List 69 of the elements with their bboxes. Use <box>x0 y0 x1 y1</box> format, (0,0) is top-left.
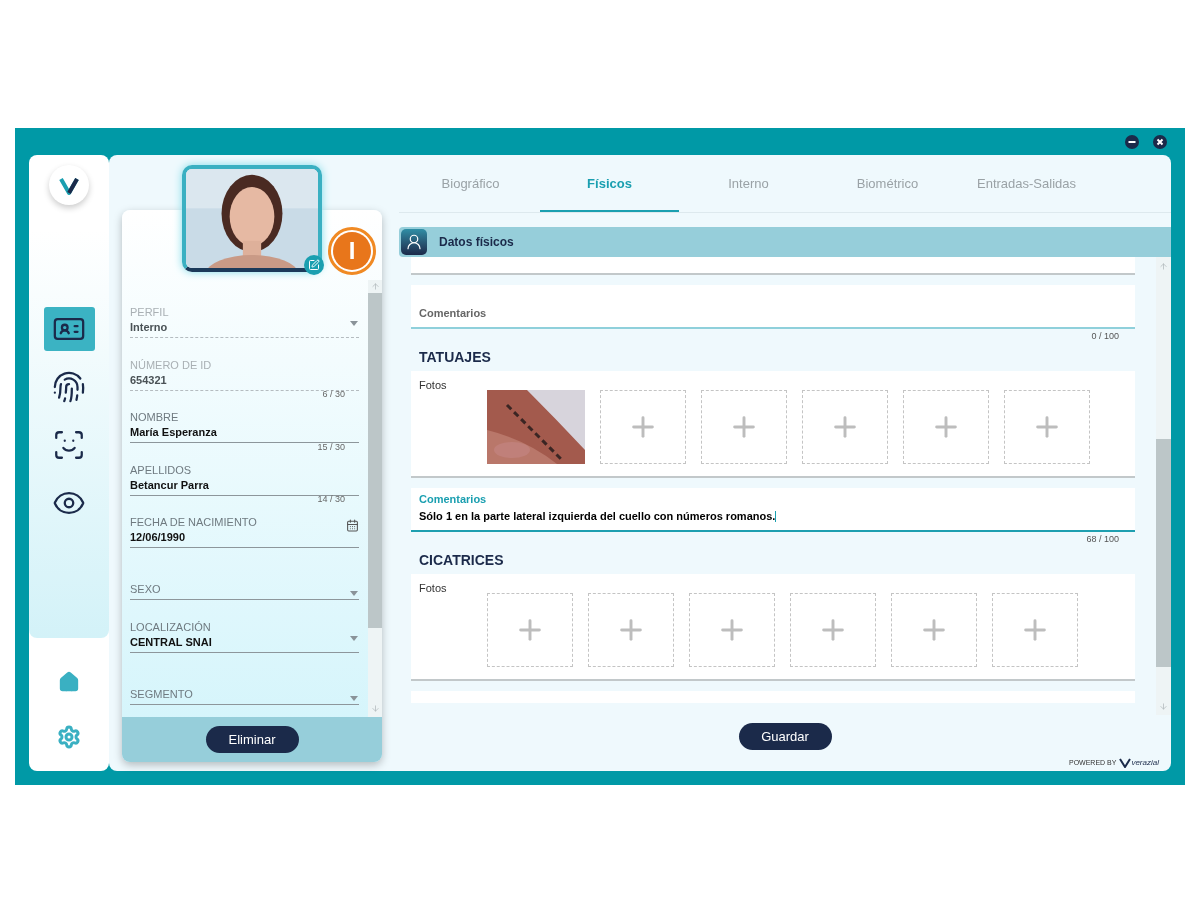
add-photo-button[interactable] <box>701 390 787 464</box>
close-icon[interactable] <box>1153 135 1167 149</box>
add-photo-button[interactable] <box>802 390 888 464</box>
add-photo-button[interactable] <box>1004 390 1090 464</box>
form-field[interactable]: APELLIDOS Betancur Parra <box>130 462 359 496</box>
form-field[interactable]: LOCALIZACIÓN CENTRAL SNAI <box>130 619 359 653</box>
field-value: 654321 <box>130 372 168 388</box>
scroll-up-icon <box>370 282 380 291</box>
section-heading: CICATRICES <box>419 551 504 570</box>
field-label: Comentarios <box>419 492 488 507</box>
brand-logo-icon <box>1119 758 1132 768</box>
field-value: Betancur Parra <box>130 477 210 493</box>
calendar-icon[interactable] <box>346 518 359 532</box>
form-field[interactable]: SEXO <box>130 582 359 601</box>
add-photo-button[interactable] <box>891 593 977 667</box>
section-heading: TATUAJES <box>419 348 491 367</box>
add-photo-button[interactable] <box>790 593 876 667</box>
field-label: SEGMENTO <box>130 687 194 702</box>
field-value: Sólo 1 en la parte lateral izquierda del cuello con números romanos. <box>419 508 778 524</box>
scrollbar[interactable] <box>368 280 382 717</box>
add-photo-button[interactable] <box>487 593 573 667</box>
sidebar-item[interactable] <box>43 307 95 351</box>
character-counter: 14 / 30 <box>317 493 345 506</box>
form-field[interactable]: NOMBRE María Esperanza <box>130 410 359 444</box>
fingerprint-icon <box>52 370 86 404</box>
scroll-up-icon <box>1159 262 1168 271</box>
settings-icon[interactable] <box>57 725 81 749</box>
user-icon <box>401 229 427 255</box>
scrollbar[interactable] <box>1156 257 1171 715</box>
minimize-icon[interactable] <box>1125 135 1139 149</box>
dropdown-caret-icon[interactable] <box>350 635 358 641</box>
field-label: APELLIDOS <box>130 462 193 478</box>
photos-label: Fotos <box>418 378 448 393</box>
scroll-down-icon <box>370 704 380 713</box>
character-counter: 0 / 100 <box>1091 330 1119 344</box>
field-value: Interno <box>130 320 169 336</box>
comment-field[interactable]: Comentarios Sólo 1 en la parte lateral izquierda del cuello con números romanos. <box>411 488 1135 532</box>
add-photo-button[interactable] <box>992 593 1078 667</box>
character-counter: 6 / 30 <box>322 388 345 402</box>
field-label: LOCALIZACIÓN <box>130 619 212 635</box>
field-label: PERFIL <box>130 305 170 321</box>
home-icon[interactable] <box>58 671 80 693</box>
add-photo-button[interactable] <box>903 390 989 464</box>
dropdown-caret-icon[interactable] <box>350 590 358 596</box>
field-value: María Esperanza <box>130 425 218 441</box>
comment-field[interactable]: Comentarios <box>411 285 1135 329</box>
face-scan-icon <box>52 428 86 462</box>
form-field[interactable]: SEGMENTO <box>130 687 359 705</box>
dropdown-caret-icon[interactable] <box>350 695 358 701</box>
add-photo-button[interactable] <box>689 593 775 667</box>
add-photo-button[interactable] <box>600 390 686 464</box>
section-title: Datos físicos <box>439 234 514 251</box>
edit-icon <box>308 259 320 271</box>
form-field[interactable]: FECHA DE NACIMIENTO 12/06/1990 <box>130 514 359 548</box>
field-placeholder: Comentarios <box>419 305 488 321</box>
scroll-down-icon <box>1159 702 1168 711</box>
field-value: 12/06/1990 <box>130 529 187 545</box>
app-logo-icon[interactable] <box>49 165 89 205</box>
save-button[interactable]: Guardar <box>738 723 832 750</box>
field-label: NOMBRE <box>130 410 180 426</box>
field-label: SEXO <box>130 582 162 598</box>
character-counter: 68 / 100 <box>1086 533 1119 547</box>
add-photo-button[interactable] <box>588 593 674 667</box>
field-value: CENTRAL SNAI <box>130 634 213 650</box>
field-label: FECHA DE NACIMIENTO <box>130 514 258 530</box>
field-label: NÚMERO DE ID <box>130 357 213 373</box>
delete-button[interactable]: Eliminar <box>205 726 299 753</box>
photos-label: Fotos <box>418 581 448 596</box>
brand-name: verazial <box>1131 757 1159 769</box>
